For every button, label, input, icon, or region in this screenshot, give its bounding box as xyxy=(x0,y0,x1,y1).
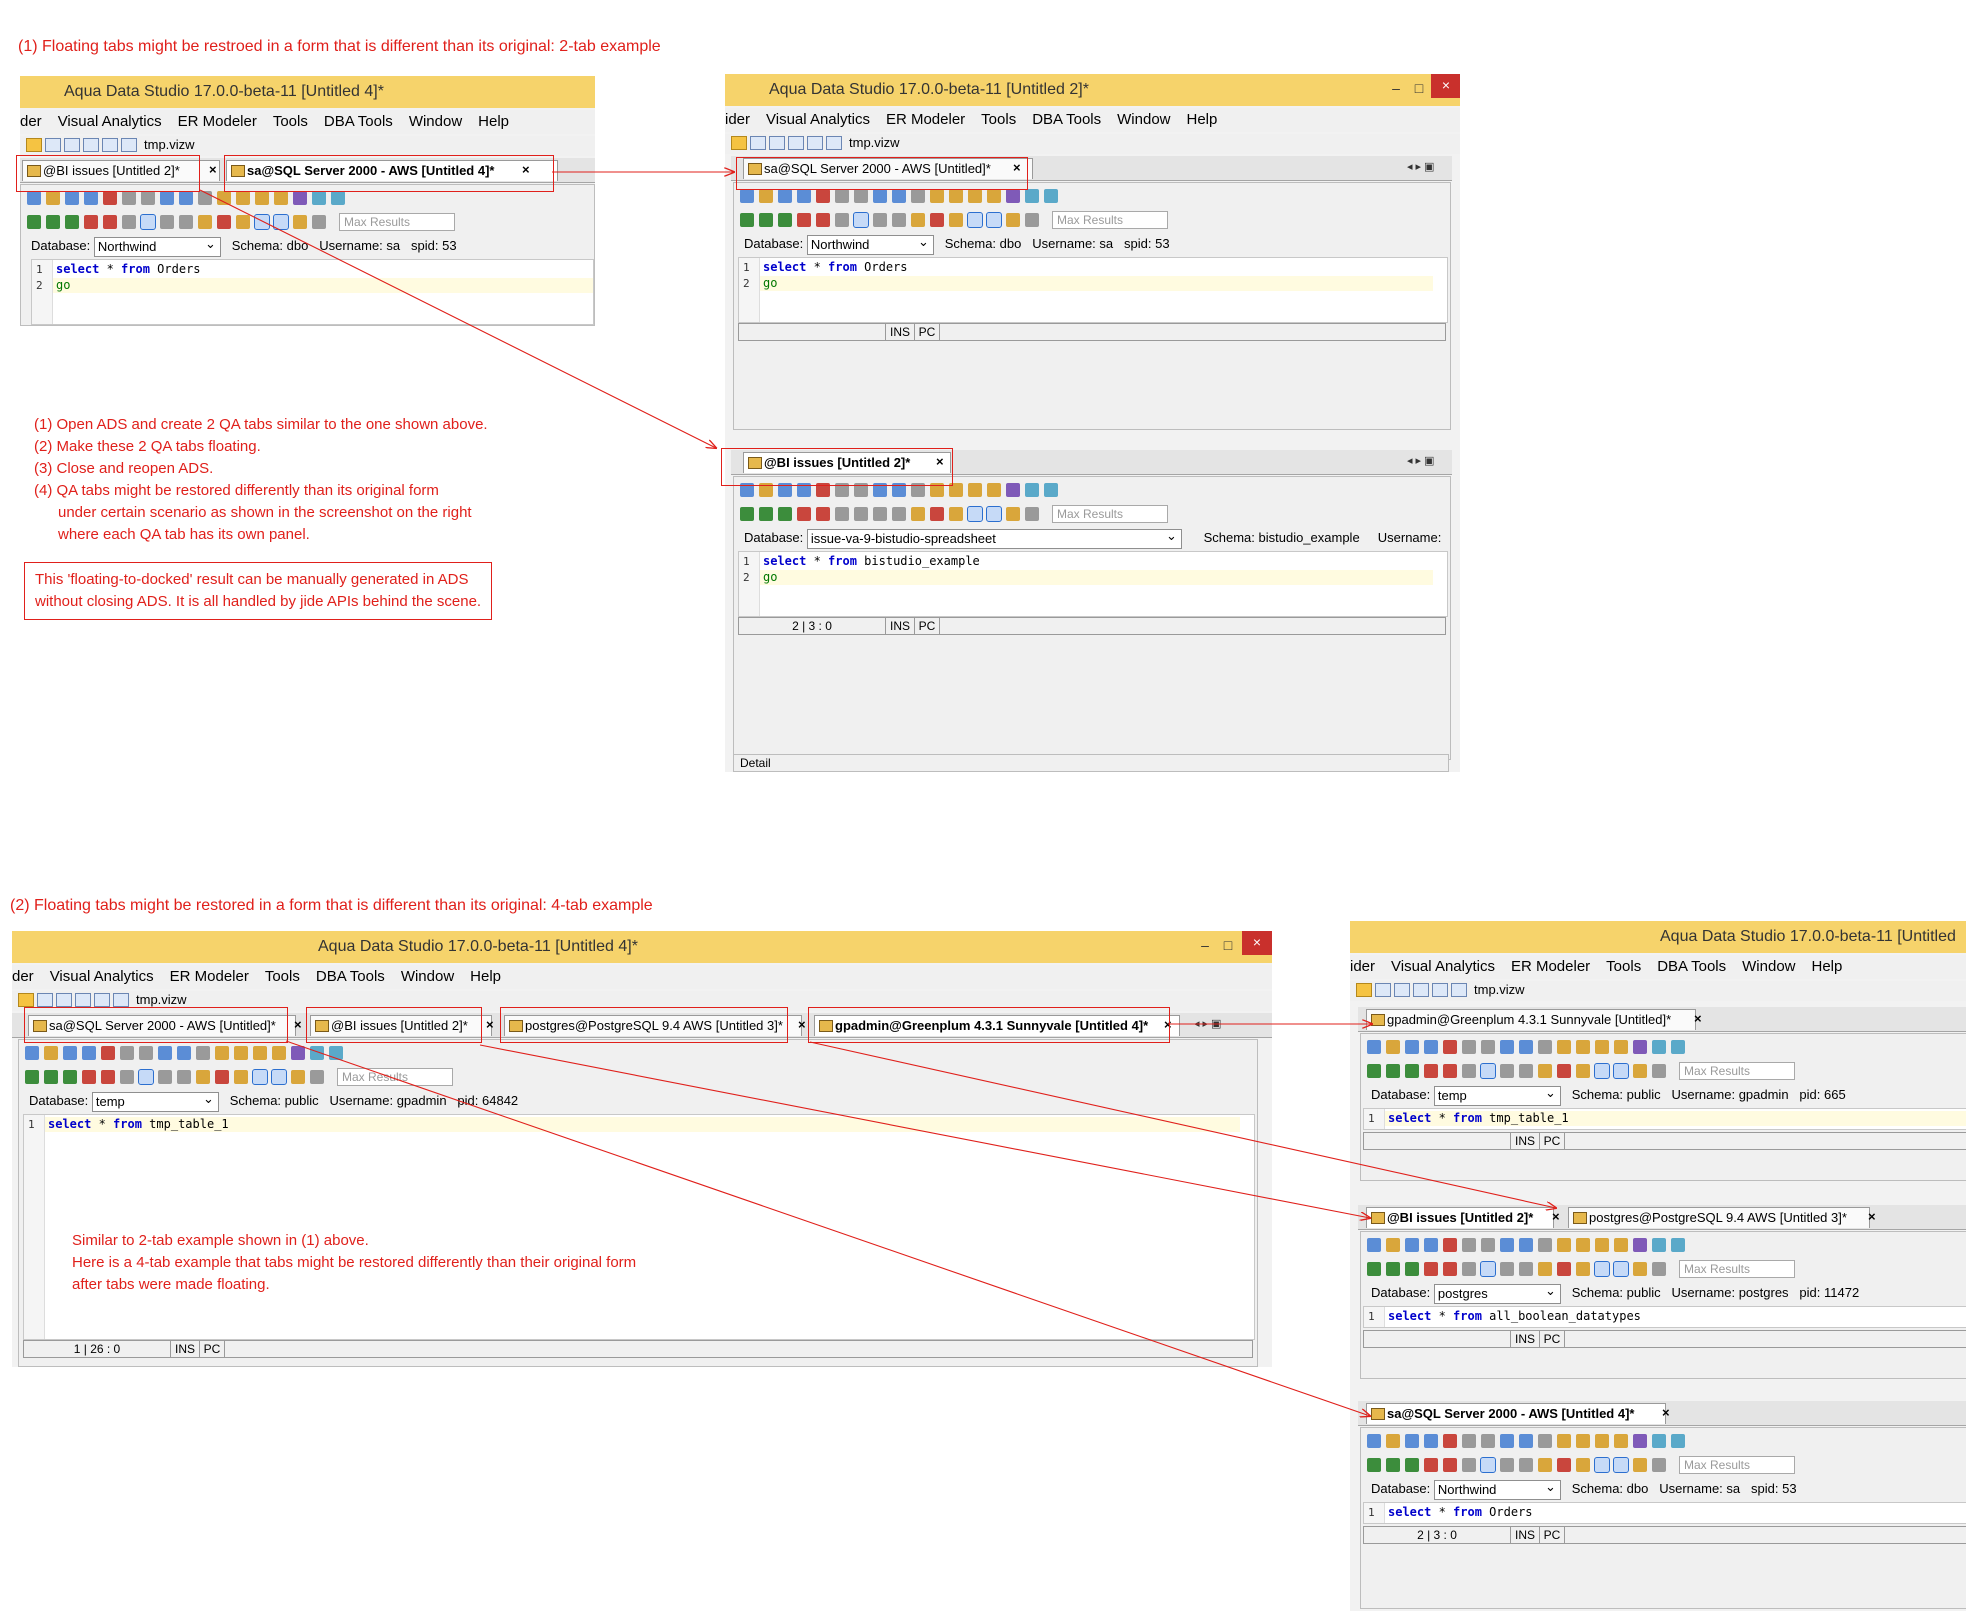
annotation-arrows xyxy=(199,0,1966,1622)
arrow-sql-4tab-to-restored xyxy=(285,1040,1370,1416)
arrow-postgres-tab-to-restored xyxy=(809,1041,1556,1208)
arrow-bi-4tab-to-restored xyxy=(479,1044,1370,1218)
arrow-bi-tab-to-restored xyxy=(199,189,716,448)
